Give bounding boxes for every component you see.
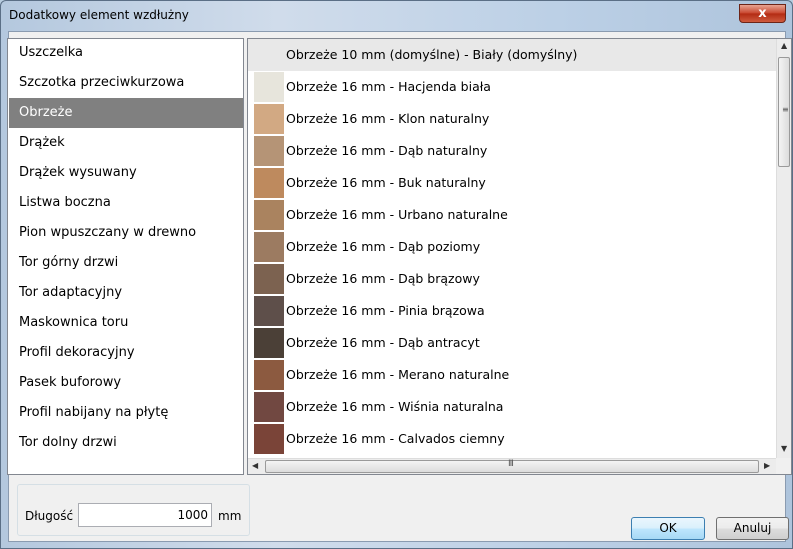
category-item[interactable]: Pion wpuszczany w drewno <box>9 218 243 248</box>
ok-button[interactable]: OK <box>631 517 705 540</box>
variant-row[interactable]: Obrzeże 16 mm - Dąb brązowy <box>248 263 776 295</box>
category-item[interactable]: Pasek buforowy <box>9 368 243 398</box>
variant-label: Obrzeże 16 mm - Hacjenda biała <box>286 79 491 94</box>
variant-label: Obrzeże 16 mm - Calvados ciemny <box>286 431 505 446</box>
color-swatch <box>254 392 284 422</box>
category-item[interactable]: Maskownica toru <box>9 308 243 338</box>
category-item[interactable]: Szczotka przeciwkurzowa <box>9 68 243 98</box>
category-item[interactable]: Drążek <box>9 128 243 158</box>
variant-label: Obrzeże 16 mm - Dąb naturalny <box>286 143 488 158</box>
color-swatch <box>254 360 284 390</box>
window-title: Dodatkowy element wzdłużny <box>9 8 189 22</box>
length-input[interactable] <box>78 503 212 527</box>
variant-list[interactable]: Obrzeże 10 mm (domyślne) - Biały (domyśl… <box>247 38 792 475</box>
color-swatch <box>254 296 284 326</box>
cancel-button[interactable]: Anuluj <box>716 517 789 540</box>
grip-icon: ≡ <box>782 105 789 114</box>
variant-row[interactable]: Obrzeże 16 mm - Wiśnia naturalna <box>248 391 776 423</box>
variant-label: Obrzeże 16 mm - Buk naturalny <box>286 175 486 190</box>
variant-row[interactable]: Obrzeże 16 mm - Merano naturalne <box>248 359 776 391</box>
horizontal-scrollbar[interactable]: ◀ III ▶ <box>248 458 776 474</box>
category-item[interactable]: Listwa boczna <box>9 188 243 218</box>
category-item[interactable]: Tor adaptacyjny <box>9 278 243 308</box>
variant-row[interactable]: Obrzeże 16 mm - Dąb poziomy <box>248 231 776 263</box>
category-item[interactable]: Drążek wysuwany <box>9 158 243 188</box>
variant-row[interactable]: Obrzeże 16 mm - Dąb naturalny <box>248 135 776 167</box>
color-swatch <box>254 136 284 166</box>
color-swatch <box>254 200 284 230</box>
variant-label: Obrzeże 16 mm - Wiśnia naturalna <box>286 399 504 414</box>
variant-label: Obrzeże 16 mm - Urbano naturalne <box>286 207 508 222</box>
scroll-up-icon[interactable]: ▲ <box>781 41 787 50</box>
color-swatch <box>254 424 284 454</box>
title-bar[interactable]: Dodatkowy element wzdłużny x <box>1 1 792 31</box>
variant-row[interactable]: Obrzeże 16 mm - Urbano naturalne <box>248 199 776 231</box>
category-item[interactable]: Uszczelka <box>9 38 243 68</box>
color-swatch <box>254 104 284 134</box>
variant-row[interactable]: Obrzeże 16 mm - Pinia brązowa <box>248 295 776 327</box>
variant-label: Obrzeże 16 mm - Merano naturalne <box>286 367 510 382</box>
color-swatch <box>254 72 284 102</box>
scroll-down-icon[interactable]: ▼ <box>781 444 787 453</box>
variant-row[interactable]: Obrzeże 16 mm - Dąb antracyt <box>248 327 776 359</box>
variant-label: Obrzeże 16 mm - Dąb antracyt <box>286 335 480 350</box>
variant-row[interactable]: Obrzeże 16 mm - Calvados ciemny <box>248 423 776 455</box>
category-item[interactable]: Profil nabijany na płytę <box>9 398 243 428</box>
variant-row[interactable]: Obrzeże 16 mm - Klon naturalny <box>248 103 776 135</box>
close-button[interactable]: x <box>739 4 786 23</box>
category-item[interactable]: Tor dolny drzwi <box>9 428 243 458</box>
variant-label: Obrzeże 16 mm - Dąb brązowy <box>286 271 480 286</box>
category-item[interactable]: Obrzeże <box>9 98 243 128</box>
vertical-scroll-thumb[interactable]: ≡ <box>778 57 790 167</box>
color-swatch <box>254 232 284 262</box>
grip-icon: III <box>508 459 514 469</box>
vertical-scrollbar[interactable]: ▲ ≡ ▼ <box>776 39 791 458</box>
horizontal-scroll-thumb[interactable]: III <box>265 459 759 473</box>
variant-row[interactable]: Obrzeże 10 mm (domyślne) - Biały (domyśl… <box>248 39 776 71</box>
color-swatch <box>254 168 284 198</box>
close-icon: x <box>758 6 767 21</box>
variant-row[interactable]: Obrzeże 16 mm - Hacjenda biała <box>248 71 776 103</box>
category-item[interactable]: Profil dekoracyjny <box>9 338 243 368</box>
color-swatch <box>254 328 284 358</box>
scroll-left-icon[interactable]: ◀ <box>252 461 258 470</box>
scroll-right-icon[interactable]: ▶ <box>764 461 770 470</box>
category-list[interactable]: Uszczelka Szczotka przeciwkurzowa Obrzeże D… <box>7 38 244 475</box>
color-swatch <box>254 264 284 294</box>
variant-label: Obrzeże 10 mm (domyślne) - Biały (domyśl… <box>286 47 578 62</box>
length-unit: mm <box>218 509 242 523</box>
variant-label: Obrzeże 16 mm - Dąb poziomy <box>286 239 481 254</box>
variant-row[interactable]: Obrzeże 16 mm - Buk naturalny <box>248 167 776 199</box>
scrollbar-corner <box>776 458 791 474</box>
length-label: Długość <box>25 509 74 523</box>
category-item[interactable]: Tor górny drzwi <box>9 248 243 278</box>
variant-label: Obrzeże 16 mm - Klon naturalny <box>286 111 490 126</box>
variant-label: Obrzeże 16 mm - Pinia brązowa <box>286 303 485 318</box>
